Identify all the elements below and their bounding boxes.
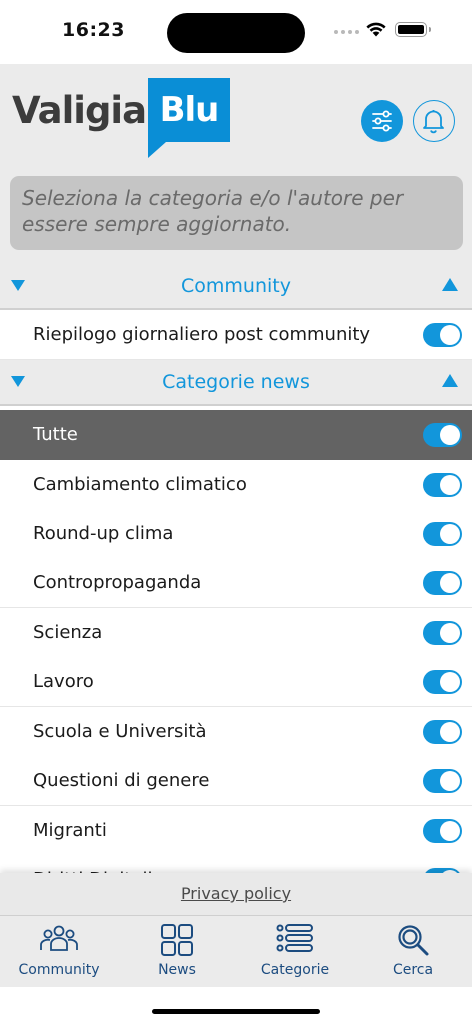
list-item[interactable]: Scienza — [0, 608, 472, 658]
sliders-icon — [372, 110, 392, 132]
list-item[interactable]: Contropropaganda — [0, 558, 472, 608]
list-item-label: Questioni di genere — [33, 770, 210, 791]
tab-bar: Community News Categorie Cerca — [0, 915, 472, 987]
dynamic-island — [167, 13, 305, 53]
section-header-community[interactable]: Community — [0, 264, 472, 310]
privacy-policy-link[interactable]: Privacy policy — [0, 873, 472, 915]
list-item[interactable]: Scuola e Università — [0, 707, 472, 757]
list-item[interactable]: Migranti — [0, 806, 472, 856]
toggle-switch[interactable] — [423, 720, 462, 744]
notice-text: Seleziona la categoria e/o l'autore per … — [10, 176, 463, 250]
list-item-label: Tutte — [33, 424, 78, 445]
toggle-switch[interactable] — [423, 819, 462, 843]
bell-icon — [423, 110, 444, 134]
notice-area: Seleziona la categoria e/o l'autore per … — [0, 174, 472, 264]
list-item[interactable]: Cambiamento climatico — [0, 460, 472, 510]
list-item-label: Contropropaganda — [33, 572, 202, 593]
grid-icon — [161, 924, 193, 956]
expand-triangle-icon[interactable] — [442, 278, 458, 291]
section-header-news[interactable]: Categorie news — [0, 360, 472, 406]
people-icon — [40, 925, 78, 951]
list-item-label: Round-up clima — [33, 523, 174, 544]
logo-badge-text: Blu — [159, 90, 220, 130]
notifications-button[interactable] — [413, 100, 455, 142]
tab-community[interactable]: Community — [0, 916, 118, 987]
toggle-switch[interactable] — [423, 621, 462, 645]
tab-news[interactable]: News — [118, 916, 236, 987]
signal-icon — [334, 30, 359, 34]
app-header: Valigia Blu — [0, 64, 472, 174]
list-item[interactable]: Riepilogo giornaliero post community — [0, 310, 472, 360]
toggle-switch[interactable] — [423, 670, 462, 694]
toggle-switch[interactable] — [423, 473, 462, 497]
tab-label: Cerca — [392, 962, 434, 978]
search-icon — [398, 925, 429, 956]
logo-text: Valigia — [12, 89, 147, 132]
toggle-switch[interactable] — [423, 323, 462, 347]
status-time: 16:23 — [62, 19, 125, 41]
home-indicator[interactable] — [152, 1009, 320, 1014]
list-item[interactable]: Lavoro — [0, 657, 472, 707]
wifi-icon — [366, 22, 386, 37]
tab-label: Community — [18, 962, 100, 978]
section-title: Categorie news — [162, 371, 310, 393]
logo-badge: Blu — [148, 78, 230, 158]
toggle-switch[interactable] — [423, 571, 462, 595]
tab-label: News — [158, 962, 196, 978]
list-item-label: Migranti — [33, 820, 107, 841]
privacy-bar: Privacy policy — [0, 873, 472, 915]
list-icon — [276, 924, 313, 952]
expand-triangle-icon[interactable] — [442, 374, 458, 387]
tab-label: Categorie — [260, 962, 330, 978]
filter-button[interactable] — [361, 100, 403, 142]
tab-cerca[interactable]: Cerca — [354, 916, 472, 987]
home-area — [0, 987, 472, 1024]
list-item[interactable]: Questioni di genere — [0, 756, 472, 806]
battery-icon — [395, 22, 431, 37]
section-title: Community — [181, 275, 291, 297]
list-item[interactable]: Round-up clima — [0, 509, 472, 559]
list-item-label: Cambiamento climatico — [33, 474, 247, 495]
list-item-label: Riepilogo giornaliero post community — [33, 324, 371, 345]
list-item-selected[interactable]: Tutte — [0, 410, 472, 460]
status-bar: 16:23 — [0, 0, 472, 64]
list-item-label: Scienza — [33, 622, 103, 643]
toggle-switch[interactable] — [423, 423, 462, 447]
list-item-label: Lavoro — [33, 671, 94, 692]
list-item-label: Scuola e Università — [33, 721, 207, 742]
toggle-switch[interactable] — [423, 769, 462, 793]
tab-categorie[interactable]: Categorie — [236, 916, 354, 987]
toggle-switch[interactable] — [423, 522, 462, 546]
